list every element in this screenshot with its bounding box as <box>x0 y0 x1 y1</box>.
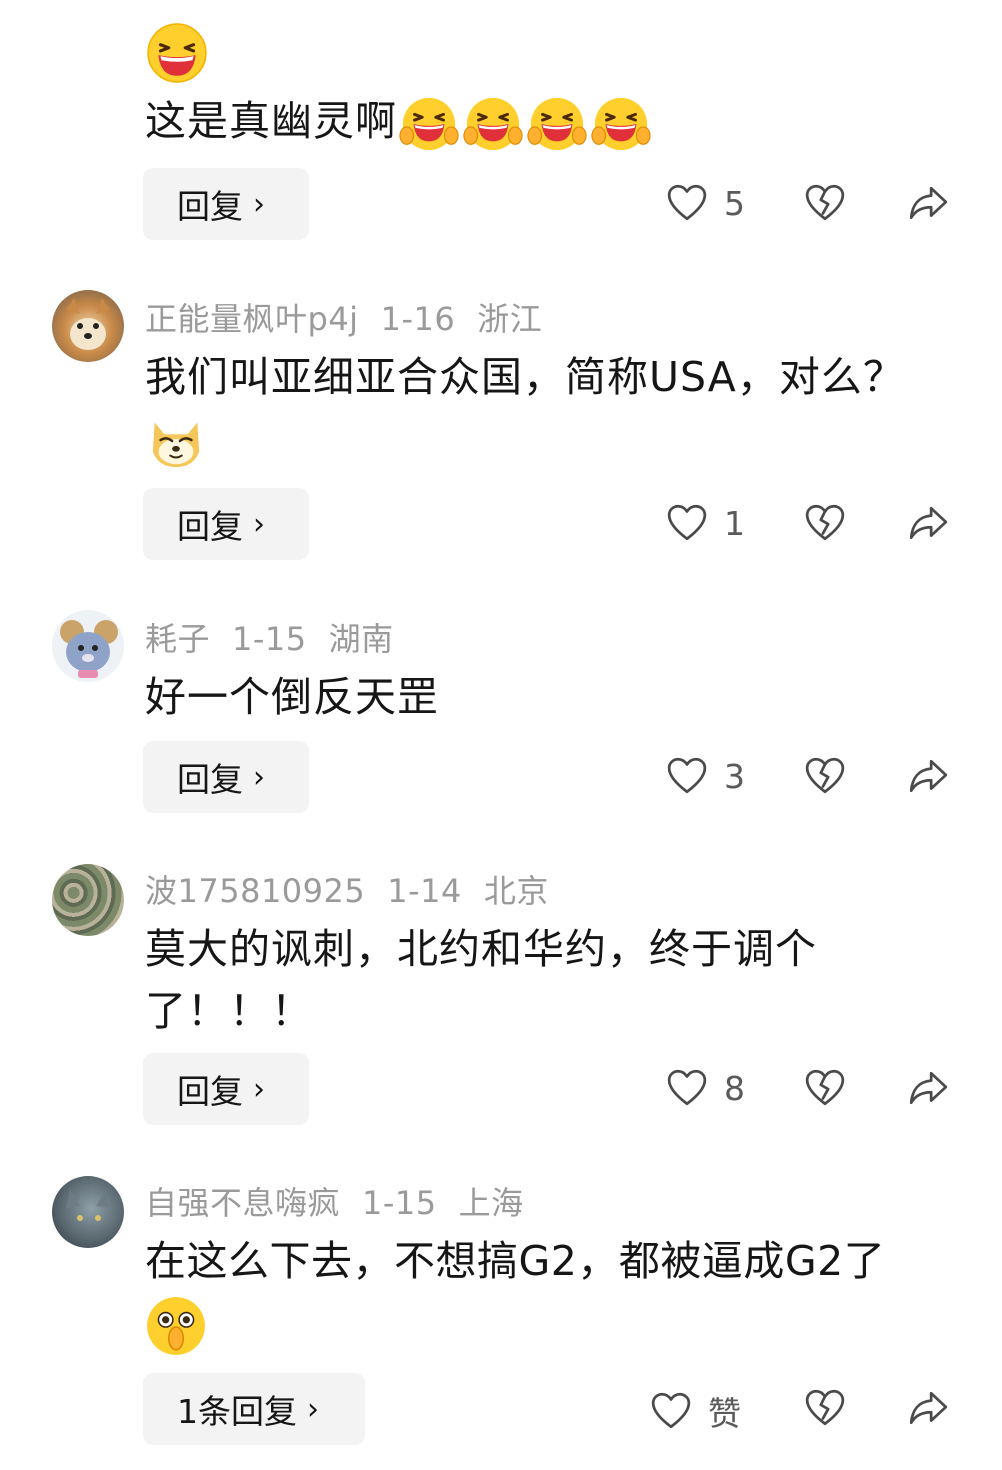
like-button[interactable]: 赞 <box>650 1387 741 1435</box>
cartoon-mouse-avatar-icon <box>60 620 118 678</box>
comment-meta: 自强不息嗨疯 1-15 上海 <box>145 1178 546 1224</box>
comment-location: 上海 <box>458 1184 524 1222</box>
cat-avatar-icon <box>66 1190 110 1221</box>
share-arrow-icon <box>906 1067 950 1109</box>
like-count: 1 <box>724 503 745 543</box>
comment-meta: 正能量枫叶p4j 1-16 浙江 <box>145 294 564 340</box>
dislike-button[interactable] <box>804 1387 846 1429</box>
like-button[interactable]: 8 <box>666 1067 745 1109</box>
share-arrow-icon <box>906 182 950 224</box>
like-button[interactable]: 5 <box>666 182 745 224</box>
like-count: 5 <box>724 183 745 223</box>
dislike-button[interactable] <box>804 1067 846 1109</box>
share-button[interactable] <box>906 502 950 544</box>
laughing-hands-emoji-icon <box>589 95 653 153</box>
comment-text-content: 我们叫亚细亚合众国，简称USA，对么？ <box>145 353 905 401</box>
username[interactable]: 波175810925 <box>145 872 365 910</box>
laughing-emoji-icon <box>146 22 208 84</box>
username[interactable]: 自强不息嗨疯 <box>145 1184 340 1222</box>
comment-date: 1-15 <box>362 1184 437 1222</box>
comment-text: 在这么下去，不想搞G2，都被逼成G2了 <box>145 1230 965 1357</box>
laughing-hands-emoji-icon <box>397 95 461 153</box>
heart-outline-icon <box>666 1067 708 1109</box>
avatar[interactable] <box>52 864 124 936</box>
comment-actions: 1 <box>0 488 1002 560</box>
comment-actions: 赞 <box>0 1373 1002 1445</box>
broken-heart-icon <box>804 1067 846 1109</box>
comment-meta: 耗子 1-15 湖南 <box>145 614 416 660</box>
dislike-button[interactable] <box>804 182 846 224</box>
share-button[interactable] <box>906 755 950 797</box>
dislike-button[interactable] <box>804 502 846 544</box>
dog-avatar-icon <box>66 298 110 350</box>
comment-text: 这是真幽灵啊 <box>145 90 945 153</box>
comment-date: 1-15 <box>232 620 307 658</box>
avatar[interactable] <box>52 1176 124 1248</box>
share-button[interactable] <box>906 1067 950 1109</box>
comment-text: 好一个倒反天罡 <box>145 666 945 728</box>
like-button[interactable]: 3 <box>666 755 745 797</box>
comment-text-content: 这是真幽灵啊 <box>145 97 397 145</box>
heart-outline-icon <box>666 182 708 224</box>
comment-location: 湖南 <box>328 620 394 658</box>
comment-text-content: 在这么下去，不想搞G2，都被逼成G2了 <box>145 1237 886 1285</box>
laughing-hands-emoji-icon <box>525 95 589 153</box>
heart-outline-icon <box>650 1390 692 1432</box>
comment-text-content: 莫大的讽刺，北约和华约，终于调个了！！！ <box>145 925 817 1035</box>
comment-location: 北京 <box>483 872 549 910</box>
like-label: 赞 <box>708 1394 741 1433</box>
username[interactable]: 正能量枫叶p4j <box>145 300 359 338</box>
share-button[interactable] <box>906 182 950 224</box>
share-arrow-icon <box>906 1387 950 1429</box>
like-count: 3 <box>724 756 745 796</box>
laughing-hands-emoji-icon <box>461 95 525 153</box>
share-arrow-icon <box>906 755 950 797</box>
broken-heart-icon <box>804 502 846 544</box>
comment-meta: 波175810925 1-14 北京 <box>145 866 571 912</box>
like-button[interactable]: 1 <box>666 502 745 544</box>
comment-text-content: 好一个倒反天罡 <box>145 673 439 721</box>
share-arrow-icon <box>906 502 950 544</box>
dislike-button[interactable] <box>804 755 846 797</box>
avatar[interactable] <box>52 290 124 362</box>
comment-text: 莫大的讽刺，北约和华约，终于调个了！！！ <box>145 918 905 1042</box>
broken-heart-icon <box>804 755 846 797</box>
share-button[interactable] <box>906 1387 950 1429</box>
broken-heart-icon <box>804 1387 846 1429</box>
comment-location: 浙江 <box>477 300 543 338</box>
username[interactable]: 耗子 <box>145 620 210 658</box>
doge-emoji-icon <box>145 413 207 471</box>
broken-heart-icon <box>804 182 846 224</box>
comment-text: 我们叫亚细亚合众国，简称USA，对么？ <box>145 346 905 471</box>
shy-peeking-emoji-icon <box>145 1295 207 1357</box>
heart-outline-icon <box>666 502 708 544</box>
heart-outline-icon <box>666 755 708 797</box>
comment-actions: 5 <box>0 168 1002 240</box>
like-count: 8 <box>724 1068 745 1108</box>
comment-date: 1-14 <box>387 872 462 910</box>
comment-actions: 3 <box>0 741 1002 813</box>
avatar[interactable] <box>52 610 124 682</box>
comment-actions: 8 <box>0 1053 1002 1125</box>
comment-date: 1-16 <box>380 300 456 338</box>
